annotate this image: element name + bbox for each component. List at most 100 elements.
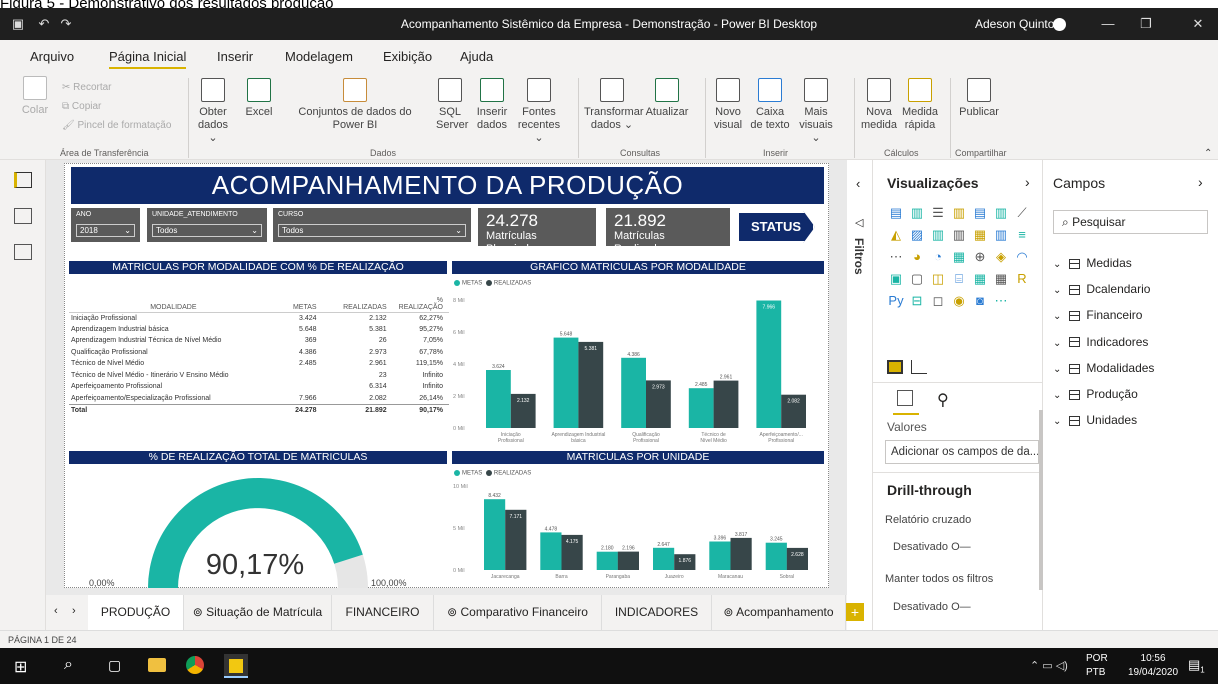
- visual-type-icon[interactable]: ⊟: [908, 292, 926, 310]
- field-table-item[interactable]: ⌄ Unidades: [1053, 413, 1137, 427]
- windows-start-icon[interactable]: ⊞: [14, 657, 27, 677]
- visual-type-icon[interactable]: ▤: [887, 204, 905, 222]
- visual-type-icon[interactable]: ▦: [950, 248, 968, 266]
- chart-unidade[interactable]: 0 Mil 5 Mil 10 Mil 8.432 7.171 Jacarecanga 4.4…: [451, 480, 823, 588]
- visual-type-icon[interactable]: ▥: [908, 204, 926, 222]
- visual-type-icon[interactable]: R: [1013, 270, 1031, 288]
- visual-type-icon[interactable]: ▥: [929, 226, 947, 244]
- visual-type-icon[interactable]: ◻: [929, 292, 947, 310]
- minimize-icon[interactable]: —: [1100, 16, 1116, 32]
- fields-well-icon[interactable]: [897, 390, 913, 406]
- column-header[interactable]: METAS: [277, 282, 323, 313]
- visual-type-icon[interactable]: ▦: [992, 270, 1010, 288]
- transform-data-button[interactable]: Transformar dados ⌄: [584, 78, 644, 132]
- table-row[interactable]: Aprendizagem Industrial básica 5.648 5.381…: [69, 324, 449, 336]
- tab-comparativo-financeiro[interactable]: ⊚ Comparativo Financeiro: [434, 595, 602, 630]
- status-button[interactable]: STATUS: [737, 211, 815, 243]
- table-row[interactable]: Aprendizagem Industrial Técnica de Nível…: [69, 335, 449, 347]
- recent-sources-button[interactable]: Fontes recentes ⌄: [514, 78, 564, 145]
- table-row[interactable]: Iniciação Profissional 3.424 2.132 62,27%: [69, 312, 449, 324]
- report-view-icon[interactable]: [14, 172, 32, 188]
- field-table-item[interactable]: ⌄ Modalidades: [1053, 361, 1154, 375]
- visual-type-icon[interactable]: ◉: [950, 292, 968, 310]
- chart-modalidade[interactable]: 0 Mil2 Mil4 Mil6 Mil8 Mil3.6242.132Inici…: [451, 290, 823, 448]
- format-paint-icon[interactable]: ⚲: [937, 390, 949, 410]
- visual-type-icon[interactable]: Py: [887, 292, 905, 310]
- visual-type-icon[interactable]: ▥: [950, 204, 968, 222]
- table-row[interactable]: Aperfeiçoamento/Especialização Profissio…: [69, 393, 449, 405]
- slicer-dropdown[interactable]: Todos ⌄: [152, 224, 262, 237]
- custom-visual-icon[interactable]: [887, 360, 903, 374]
- visual-type-icon[interactable]: ≡: [1013, 226, 1031, 244]
- tab-modelagem[interactable]: Modelagem: [285, 49, 353, 64]
- slicer-curso[interactable]: CURSO Todos ⌄: [273, 208, 471, 242]
- user-name[interactable]: Adeson Quinto: [975, 17, 1054, 31]
- visual-type-icon[interactable]: ⋯: [992, 292, 1010, 310]
- slicer-dropdown[interactable]: Todos ⌄: [278, 224, 466, 237]
- field-table-item[interactable]: ⌄ Dcalendario: [1053, 282, 1150, 296]
- column-header[interactable]: REALIZADAS: [322, 282, 393, 313]
- data-view-icon[interactable]: [14, 208, 32, 224]
- quick-measure-button[interactable]: Medida rápida: [900, 78, 940, 132]
- tab-exibicao[interactable]: Exibição: [383, 49, 432, 64]
- visual-type-icon[interactable]: ◈: [992, 248, 1010, 266]
- tab-pagina-inicial[interactable]: Página Inicial: [109, 49, 187, 69]
- collapse-ribbon-icon[interactable]: ⌃: [1204, 148, 1212, 159]
- tab-acompanhamento[interactable]: ⊚ Acompanhamento: [712, 595, 846, 630]
- powerbi-taskbar-icon[interactable]: [224, 654, 248, 678]
- next-page-icon[interactable]: ›: [72, 605, 76, 617]
- visual-type-icon[interactable]: ◔: [929, 248, 947, 266]
- filters-pane-collapsed[interactable]: ‹ ◁ Filtros: [847, 160, 873, 630]
- table-row[interactable]: Qualificação Profissional 4.386 2.973 67,78…: [69, 347, 449, 359]
- visual-type-icon[interactable]: ▣: [887, 270, 905, 288]
- keep-filters-toggle[interactable]: Desativado O—: [893, 601, 971, 613]
- system-tray-icons[interactable]: ⌃ ▭ ◁): [1030, 659, 1068, 672]
- chevron-right-icon[interactable]: ›: [1198, 174, 1203, 190]
- restore-icon[interactable]: ❐: [1138, 16, 1154, 32]
- new-measure-button[interactable]: Nova medida: [860, 78, 898, 132]
- visual-type-icon[interactable]: ◭: [887, 226, 905, 244]
- visual-type-icon[interactable]: ◕: [908, 248, 926, 266]
- add-fields-well[interactable]: Adicionar os campos de da...: [885, 440, 1039, 464]
- table-row[interactable]: Aperfeiçoamento Profissional 6.314 Infinit…: [69, 381, 449, 393]
- get-data-button[interactable]: Obter dados ⌄: [196, 78, 230, 145]
- visual-type-icon[interactable]: ▦: [971, 270, 989, 288]
- visual-type-icon[interactable]: ⋯: [887, 248, 905, 266]
- chevron-left-icon[interactable]: ‹: [856, 176, 860, 191]
- visual-type-icon[interactable]: ▥: [950, 226, 968, 244]
- fields-search-input[interactable]: ⌕ Pesquisar: [1053, 210, 1208, 234]
- model-view-icon[interactable]: [14, 244, 32, 260]
- tab-financeiro[interactable]: FINANCEIRO: [332, 595, 434, 630]
- tab-arquivo[interactable]: Arquivo: [30, 49, 74, 64]
- input-language[interactable]: POR PTB: [1086, 652, 1108, 680]
- column-header[interactable]: MODALIDADE: [69, 282, 278, 313]
- more-visuals-button[interactable]: Mais visuais ⌄: [794, 78, 838, 145]
- visual-type-icon[interactable]: ⟋: [1013, 204, 1031, 222]
- visual-type-icon[interactable]: ◫: [929, 270, 947, 288]
- tab-situacao-matricula[interactable]: ⊚ Situação de Matrícula: [184, 595, 332, 630]
- avatar[interactable]: [1053, 18, 1066, 31]
- visual-type-icon[interactable]: ▥: [992, 226, 1010, 244]
- table-row[interactable]: Técnico de Nível Médio 2.485 2.961 119,15%: [69, 358, 449, 370]
- visual-type-icon[interactable]: ⌸: [950, 270, 968, 288]
- field-table-item[interactable]: ⌄ Indicadores: [1053, 335, 1148, 349]
- visual-type-icon[interactable]: ◠: [1013, 248, 1031, 266]
- column-header[interactable]: % REALIZAÇÃO: [392, 282, 449, 313]
- field-table-item[interactable]: ⌄ Financeiro: [1053, 308, 1142, 322]
- datasets-button[interactable]: Conjuntos de dados do Power BI: [282, 78, 428, 132]
- close-icon[interactable]: ✕: [1190, 16, 1206, 32]
- prev-page-icon[interactable]: ‹: [54, 605, 58, 617]
- enter-data-button[interactable]: Inserir dados: [474, 78, 510, 132]
- field-table-item[interactable]: ⌄ Medidas: [1053, 256, 1132, 270]
- file-explorer-icon[interactable]: [148, 658, 166, 672]
- new-visual-button[interactable]: Novo visual: [712, 78, 744, 132]
- cross-report-toggle[interactable]: Desativado O—: [893, 541, 971, 553]
- ai-visual-icon[interactable]: [911, 360, 927, 374]
- table-row[interactable]: Técnico de Nível Médio - Itinerário V En…: [69, 370, 449, 382]
- tab-producao[interactable]: PRODUÇÃO: [88, 595, 184, 630]
- sql-server-button[interactable]: SQL Server: [436, 78, 468, 132]
- copy-button[interactable]: ⧉ Copiar: [62, 97, 171, 116]
- visual-type-icon[interactable]: ▥: [992, 204, 1010, 222]
- excel-button[interactable]: Excel: [244, 78, 274, 119]
- slicer-ano[interactable]: ANO 2018 ⌄: [71, 208, 140, 242]
